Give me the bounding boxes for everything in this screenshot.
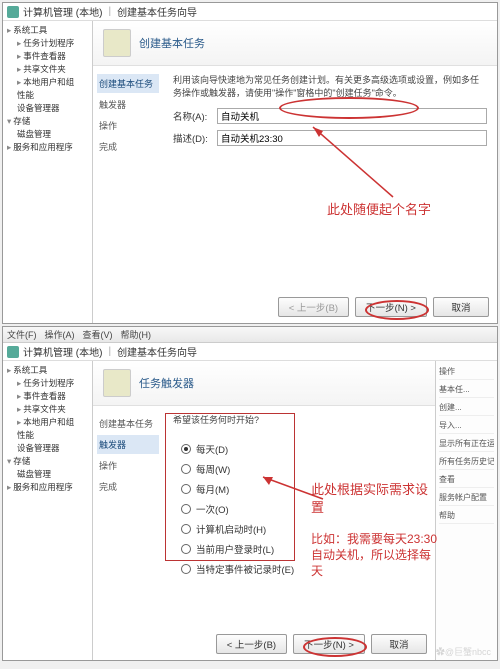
wizard-title: 任务触发器 xyxy=(139,375,194,391)
nav-tree[interactable]: ▸系统工具 ▸任务计划程序 ▸事件查看器 ▸共享文件夹 ▸本地用户和组 性能 设… xyxy=(3,21,93,323)
app-icon xyxy=(7,6,19,18)
menu-bar[interactable]: 文件(F) 操作(A) 查看(V) 帮助(H) xyxy=(3,327,497,343)
step-finish: 完成 xyxy=(97,137,159,156)
desc-input[interactable] xyxy=(217,130,487,146)
step-trigger: 触发器 xyxy=(97,95,159,114)
nav-tree[interactable]: ▸系统工具 ▸任务计划程序 ▸事件查看器 ▸共享文件夹 ▸本地用户和组 性能 设… xyxy=(3,361,93,660)
opt-monthly[interactable]: 每月(M) xyxy=(181,479,425,499)
opt-once[interactable]: 一次(O) xyxy=(181,499,425,519)
wizard-description: 利用该向导快速地为常见任务创建计划。有关更多高级选项或设置，例如多任务操作或触发… xyxy=(173,74,487,100)
wizard-steps: 创建基本任务 触发器 操作 完成 xyxy=(93,406,163,660)
wizard-tab-label: 创建基本任务向导 xyxy=(117,344,197,359)
cancel-button[interactable]: 取消 xyxy=(433,297,489,317)
step-action: 操作 xyxy=(97,116,159,135)
opt-startup[interactable]: 计算机启动时(H) xyxy=(181,519,425,539)
step-create: 创建基本任务 xyxy=(97,74,159,93)
wizard-title: 创建基本任务 xyxy=(139,35,205,51)
opt-logon[interactable]: 当前用户登录时(L) xyxy=(181,539,425,559)
next-button[interactable]: 下一步(N) > xyxy=(293,634,365,654)
app-title: 计算机管理 (本地) xyxy=(23,344,102,359)
menu-action[interactable]: 操作(A) xyxy=(45,328,75,341)
desc-label: 描述(D): xyxy=(173,131,217,145)
trigger-prompt: 希望该任务何时开始? xyxy=(173,414,425,427)
next-button[interactable]: 下一步(N) > xyxy=(355,297,427,317)
wizard-tab-label: 创建基本任务向导 xyxy=(117,4,197,19)
actions-pane: 操作 基本任... 创建... 导入... 显示所有正在运行... 所有任务历史… xyxy=(435,361,497,660)
wizard-icon xyxy=(103,369,131,397)
step-finish: 完成 xyxy=(97,477,159,496)
menu-view[interactable]: 查看(V) xyxy=(83,328,113,341)
wizard-icon xyxy=(103,29,131,57)
opt-event[interactable]: 当特定事件被记录时(E) xyxy=(181,559,425,579)
app-icon xyxy=(7,346,19,358)
step-trigger: 触发器 xyxy=(97,435,159,454)
watermark: ✿@巨蟹nbcc xyxy=(436,645,491,658)
step-create: 创建基本任务 xyxy=(97,414,159,433)
back-button[interactable]: < 上一步(B) xyxy=(216,634,287,654)
back-button: < 上一步(B) xyxy=(278,297,349,317)
menu-help[interactable]: 帮助(H) xyxy=(121,328,152,341)
cancel-button[interactable]: 取消 xyxy=(371,634,427,654)
name-input[interactable] xyxy=(217,108,487,124)
menu-file[interactable]: 文件(F) xyxy=(7,328,37,341)
wizard-steps: 创建基本任务 触发器 操作 完成 xyxy=(93,66,163,323)
step-action: 操作 xyxy=(97,456,159,475)
opt-weekly[interactable]: 每周(W) xyxy=(181,459,425,479)
app-title: 计算机管理 (本地) xyxy=(23,4,102,19)
name-label: 名称(A): xyxy=(173,109,217,123)
trigger-options: 每天(D) 每周(W) 每月(M) 一次(O) 计算机启动时(H) 当前用户登录… xyxy=(173,435,425,583)
opt-daily[interactable]: 每天(D) xyxy=(181,439,425,459)
